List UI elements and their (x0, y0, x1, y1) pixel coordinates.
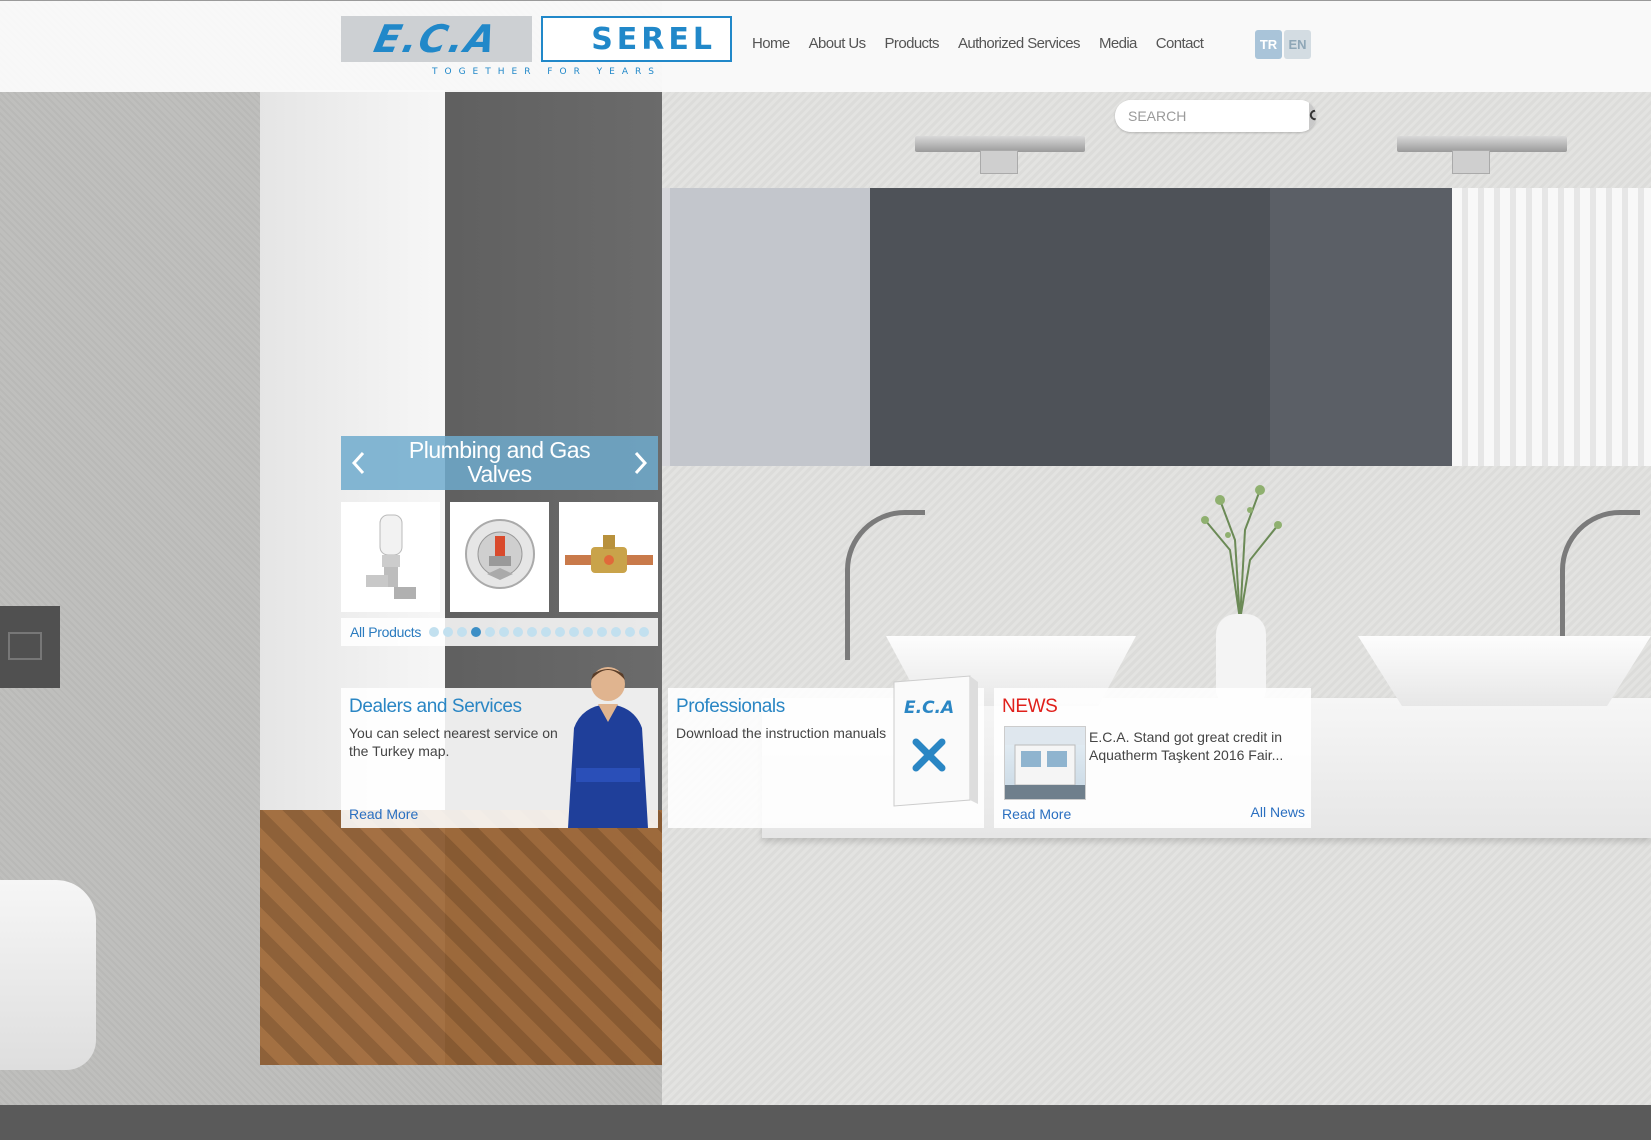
chevron-left-icon[interactable] (345, 448, 373, 478)
slider-dot[interactable] (555, 627, 566, 637)
book-icon (893, 675, 978, 807)
all-products-link[interactable]: All Products (350, 624, 421, 640)
toilet (0, 880, 96, 1070)
fair-stand-image (1005, 727, 1085, 799)
news-read-more-link[interactable]: Read More (1002, 806, 1071, 822)
main-nav: Home About Us Products Authorized Servic… (752, 35, 1222, 52)
wood-floor (260, 810, 662, 1065)
floor (0, 1105, 1651, 1140)
slider-dot[interactable] (457, 627, 468, 637)
search-icon (1309, 109, 1316, 121)
tagline: TOGETHER FOR YEARS (432, 67, 661, 77)
news-headline[interactable]: E.C.A. Stand got great credit in Aquathe… (1089, 728, 1301, 764)
slider-dot[interactable] (485, 627, 496, 637)
product-slider-footer: All Products (341, 618, 658, 646)
product-thumb-sprinkler[interactable] (450, 502, 549, 612)
nav-products[interactable]: Products (885, 35, 940, 52)
news-thumbnail[interactable] (1004, 726, 1086, 800)
dealers-text: You can select nearest service on the Tu… (349, 725, 558, 759)
slider-dot[interactable] (597, 627, 608, 637)
product-thumbnails (341, 502, 658, 612)
radiator-valve-image (365, 514, 416, 599)
slider-title: Plumbing and Gas Valves (408, 437, 591, 487)
slider-dot[interactable] (625, 627, 636, 637)
basin (1358, 636, 1651, 706)
product-thumb-ball-valve[interactable] (559, 502, 658, 612)
nav-media[interactable]: Media (1099, 35, 1137, 52)
slider-dot[interactable] (583, 627, 594, 637)
search-bar (1115, 100, 1316, 132)
news-card: NEWS E.C.A. Stand got great credit in Aq… (994, 688, 1311, 828)
dealers-services-card: Dealers and Services You can select near… (341, 667, 658, 828)
plant (1201, 485, 1282, 620)
slider-dot[interactable] (527, 627, 538, 637)
news-title[interactable]: NEWS (1002, 696, 1303, 718)
flush-plate (0, 606, 60, 688)
chevron-right-icon[interactable] (626, 448, 654, 478)
right-wall (662, 0, 1651, 1140)
manual-book-image[interactable]: E.C.A (886, 672, 982, 808)
slider-dot[interactable] (513, 627, 524, 637)
eca-logo-text: E.C.A (370, 17, 503, 61)
product-slider-header: Plumbing and Gas Valves (341, 436, 658, 490)
eca-logo[interactable]: E.C.A (341, 16, 532, 62)
slider-dot[interactable] (541, 627, 552, 637)
slider-dot[interactable] (499, 627, 510, 637)
sprinkler-image (464, 519, 535, 589)
dealers-read-more-link[interactable]: Read More (349, 806, 418, 822)
slider-dot[interactable] (569, 627, 580, 637)
curtain (1452, 188, 1651, 466)
serel-logo[interactable]: SEREL (541, 16, 732, 62)
lang-tr-button[interactable]: TR (1255, 30, 1282, 59)
slider-dot[interactable] (611, 627, 622, 637)
background-bathroom-image (0, 0, 1651, 1140)
site-header: E.C.A SEREL TOGETHER FOR YEARS Home Abou… (0, 0, 1651, 92)
product-thumb-radiator-valve[interactable] (341, 502, 440, 612)
language-switcher: TR EN (1255, 30, 1311, 59)
serel-logo-text: SEREL (591, 21, 716, 57)
nav-home[interactable]: Home (752, 35, 790, 52)
nav-authorized-services[interactable]: Authorized Services (958, 35, 1081, 52)
professionals-card: Professionals Download the instruction m… (668, 675, 984, 828)
lamp-stem (980, 150, 1018, 174)
all-news-link[interactable]: All News (1251, 804, 1305, 820)
nav-about-us[interactable]: About Us (809, 35, 867, 52)
lamp-stem (1452, 150, 1490, 174)
slider-dot[interactable] (443, 627, 454, 637)
lang-en-button[interactable]: EN (1284, 30, 1311, 59)
slider-pagination (429, 627, 650, 637)
search-input[interactable] (1115, 100, 1309, 132)
slider-dot[interactable] (639, 627, 650, 637)
slider-dot[interactable] (471, 627, 482, 637)
nav-contact[interactable]: Contact (1156, 35, 1204, 52)
book-logo-text: E.C.A (904, 698, 955, 718)
ball-valve-image (564, 535, 653, 573)
service-technician-image (568, 667, 648, 828)
slider-dot[interactable] (429, 627, 440, 637)
